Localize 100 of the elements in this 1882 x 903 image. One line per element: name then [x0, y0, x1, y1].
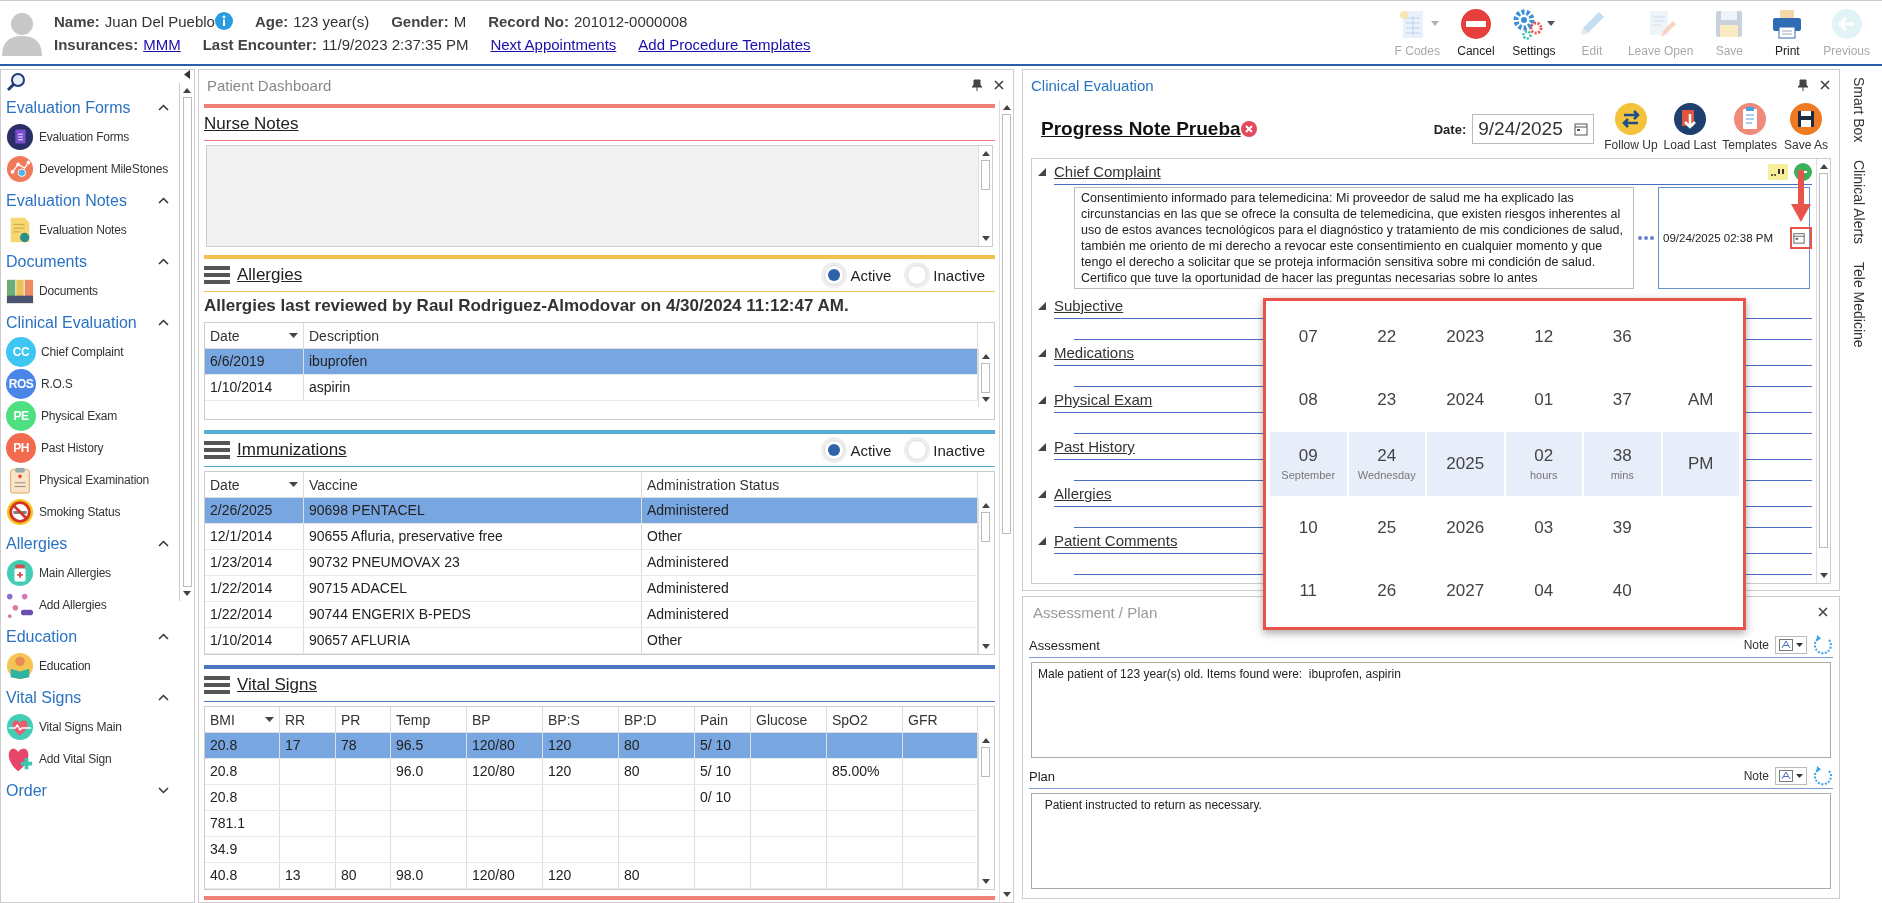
table-row[interactable]: 2/26/2025 90698 PENTACEL Administered: [205, 498, 978, 524]
chevron-icon[interactable]: [158, 319, 169, 326]
side-tab[interactable]: Smart Box: [1851, 77, 1867, 143]
sidebar-item[interactable]: Physical Examination: [6, 464, 179, 496]
radio-button[interactable]: [824, 265, 845, 285]
sidebar-item[interactable]: Documents: [6, 275, 179, 307]
picker-value[interactable]: 26: [1377, 581, 1397, 602]
collapse-triangle-icon[interactable]: [1038, 396, 1046, 404]
section-title[interactable]: Nurse Notes: [204, 114, 299, 134]
picker-value[interactable]: 12: [1534, 326, 1554, 347]
quote-icon[interactable]: [1768, 163, 1788, 180]
radio-button[interactable]: [907, 265, 928, 285]
table-row[interactable]: 1/22/2014 90715 ADACEL Administered: [205, 576, 978, 602]
table-row[interactable]: 20.8 96.0 120/80 120 80 5/ 10 85.00%: [205, 759, 978, 785]
radio-button[interactable]: [907, 440, 928, 460]
picker-value[interactable]: 22: [1377, 326, 1397, 347]
sidebar-item[interactable]: Evaluation Forms: [6, 121, 179, 153]
close-icon[interactable]: [993, 79, 1005, 91]
group-title[interactable]: Evaluation Forms: [6, 98, 131, 117]
table-row[interactable]: 781.1: [205, 811, 978, 837]
text-area[interactable]: Male patient of 123 year(s) old. Items found were: ibuprofen, aspirin: [1031, 662, 1831, 758]
picker-value[interactable]: 2024: [1446, 390, 1485, 411]
scroll-thumb[interactable]: [182, 97, 192, 587]
sidebar-item[interactable]: Vital Signs Main: [6, 711, 179, 743]
picker-value[interactable]: 08: [1298, 390, 1318, 411]
format-dropdown[interactable]: [1775, 636, 1807, 654]
list-icon[interactable]: [204, 675, 230, 695]
section-title[interactable]: Vital Signs: [237, 675, 317, 695]
format-dropdown[interactable]: [1775, 767, 1807, 785]
refresh-icon[interactable]: [1813, 766, 1833, 786]
radio-option[interactable]: Active: [824, 440, 892, 460]
sidebar-item[interactable]: Smoking Status: [6, 496, 179, 528]
picker-row[interactable]: 07 22 2023 12 36: [1270, 305, 1739, 369]
toolbar-button[interactable]: Cancel: [1447, 5, 1504, 60]
table-row[interactable]: 20.8 17 78 96.5 120/80 120 80 5/ 10: [205, 733, 978, 759]
section-title[interactable]: Chief Complaint: [1054, 163, 1161, 180]
picker-value[interactable]: 04: [1534, 581, 1554, 602]
scroll-thumb[interactable]: [981, 512, 990, 542]
picker-value[interactable]: 2026: [1446, 517, 1485, 538]
picker-value[interactable]: 2025: [1446, 454, 1485, 474]
section-title[interactable]: Subjective: [1054, 297, 1124, 314]
link[interactable]: MMM: [143, 36, 181, 53]
radio-option[interactable]: Inactive: [907, 440, 985, 460]
picker-value[interactable]: 23: [1377, 390, 1397, 411]
refresh-icon[interactable]: [1813, 635, 1833, 655]
scroll-thumb[interactable]: [981, 747, 990, 777]
column-header[interactable]: Date: [205, 323, 304, 348]
collapse-triangle-icon[interactable]: [1038, 443, 1046, 451]
chevron-icon[interactable]: [158, 633, 169, 640]
picker-value[interactable]: AM: [1688, 390, 1714, 411]
chevron-icon[interactable]: [158, 694, 169, 701]
text-area[interactable]: Patient instructed to return as necessary.: [1031, 793, 1831, 889]
picker-row[interactable]: 11 26 2027 04 40: [1270, 559, 1739, 623]
scroll-down-icon[interactable]: [981, 644, 990, 650]
pin-icon[interactable]: [971, 78, 983, 92]
toolbar-button[interactable]: Print: [1759, 5, 1816, 60]
scroll-up-icon[interactable]: [981, 353, 990, 359]
scroll-up-icon[interactable]: [183, 87, 191, 93]
column-header[interactable]: Administration Status: [642, 472, 978, 497]
radio-option[interactable]: Active: [824, 265, 892, 285]
action-button[interactable]: Load Last: [1661, 102, 1719, 152]
search-icon[interactable]: [6, 72, 26, 92]
list-icon[interactable]: [204, 440, 230, 460]
sidebar-item[interactable]: Add Allergies: [6, 589, 179, 621]
action-button[interactable]: Follow Up: [1602, 102, 1660, 152]
picker-row[interactable]: 08 23 2024 01 37 AM: [1270, 368, 1739, 433]
column-header[interactable]: BP:D: [619, 707, 695, 732]
collapse-triangle-icon[interactable]: [1038, 537, 1046, 545]
scroll-up-icon[interactable]: [1819, 163, 1828, 169]
column-header[interactable]: BP:S: [543, 707, 619, 732]
column-header[interactable]: BP: [467, 707, 543, 732]
sidebar-item[interactable]: Development MileStones: [6, 153, 179, 185]
section-title[interactable]: Immunizations: [237, 440, 347, 460]
table-row[interactable]: 20.8 0/ 10: [205, 785, 978, 811]
collapse-triangle-icon[interactable]: [1038, 302, 1046, 310]
column-header[interactable]: BMI: [205, 707, 280, 732]
chevron-icon[interactable]: [158, 787, 169, 794]
column-header[interactable]: Glucose: [751, 707, 827, 732]
action-button[interactable]: Save As: [1781, 102, 1831, 152]
sidebar-item[interactable]: Education: [6, 650, 179, 682]
column-header[interactable]: SpO2: [827, 707, 903, 732]
scroll-down-icon[interactable]: [981, 879, 990, 885]
section-title[interactable]: Medications: [1054, 344, 1135, 361]
scroll-thumb[interactable]: [981, 363, 990, 393]
picker-value[interactable]: 09: [1298, 446, 1318, 467]
sidebar-item[interactable]: CC Chief Complaint: [6, 336, 179, 368]
group-title[interactable]: Education: [6, 627, 78, 646]
scroll-thumb[interactable]: [1002, 114, 1011, 534]
link[interactable]: Add Procedure Templates: [638, 36, 811, 53]
scroll-up-icon[interactable]: [981, 737, 990, 743]
picker-row[interactable]: 10 25 2026 03 39: [1270, 495, 1739, 560]
picker-value[interactable]: 2027: [1446, 581, 1485, 602]
table-row[interactable]: 1/10/2014 aspirin: [205, 375, 978, 401]
sidebar-item[interactable]: Add Vital Sign: [6, 743, 179, 775]
collapse-triangle-icon[interactable]: [1038, 490, 1046, 498]
scroll-thumb[interactable]: [1819, 173, 1828, 548]
table-row[interactable]: 12/1/2014 90655 Afluria, preservative free Other: [205, 524, 978, 550]
scroll-down-icon[interactable]: [1002, 892, 1011, 898]
picker-value[interactable]: 36: [1612, 326, 1632, 347]
sidebar-item[interactable]: ROS R.O.S: [6, 368, 179, 400]
